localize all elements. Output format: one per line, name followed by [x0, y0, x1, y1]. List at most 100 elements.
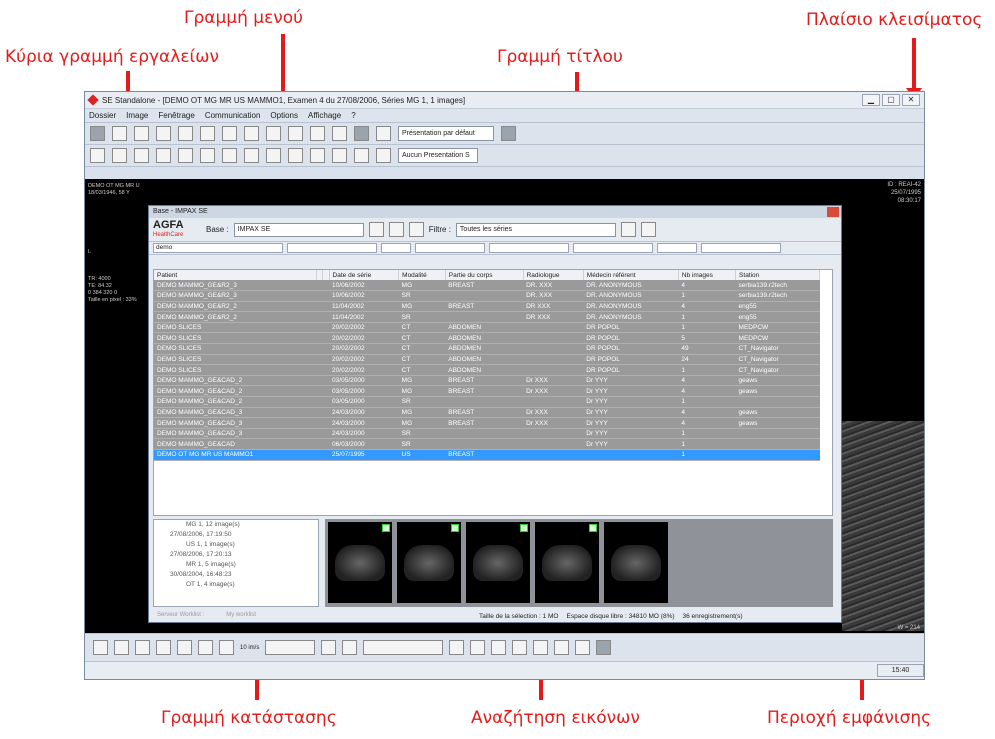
umbrella-icon[interactable] [376, 148, 391, 163]
tree-item[interactable]: OT 1, 4 image(s) [170, 580, 318, 590]
table-row[interactable]: DEMO SLICES 20/02/2002 CT ABDOMEN DR POPOL 49… [154, 343, 820, 355]
referrer-filter[interactable] [573, 243, 653, 253]
navigation-icon[interactable] [93, 640, 108, 655]
rotate-icon[interactable] [470, 640, 486, 655]
table-row[interactable]: DEMO SLICES 20/02/2002 CT ABDOMEN DR POPOL 1 C… [154, 364, 820, 376]
text-icon[interactable] [222, 148, 237, 163]
column-header[interactable]: Station [735, 270, 820, 280]
cine-loop-icon[interactable] [219, 640, 234, 655]
filter-select[interactable]: Toutes les séries [455, 222, 616, 237]
date-filter[interactable] [287, 243, 377, 253]
table-row[interactable]: DEMO SLICES 20/02/2002 CT ABDOMEN DR POPOL 1 M… [154, 322, 820, 334]
cad-icon[interactable] [244, 148, 259, 163]
cursor-icon[interactable] [288, 126, 303, 141]
image-thumb[interactable] [604, 522, 668, 603]
column-header[interactable]: Patient [154, 270, 317, 280]
column-header[interactable]: Date de série [329, 270, 400, 280]
zoom-icon[interactable] [112, 148, 127, 163]
table-row[interactable]: DEMO SLICES 20/02/2002 CT ABDOMEN DR POPOL 24… [154, 354, 820, 366]
check-icon[interactable] [520, 524, 528, 532]
table-row[interactable]: DEMO OT MG MR US MAMMO1 25/07/1995 US BREAS… [154, 449, 820, 461]
database-icon[interactable] [90, 126, 105, 141]
refresh-icon[interactable] [408, 222, 424, 237]
patient-search-input[interactable]: demo [153, 243, 283, 253]
move-icon[interactable] [310, 126, 325, 141]
column-header[interactable]: Modalité [398, 270, 446, 280]
base-select[interactable]: IMPAX SE [233, 222, 364, 237]
film-icon[interactable] [156, 640, 171, 655]
table-row[interactable]: DEMO MAMMO_GE&CAD_3 24/03/2000 MG BREAST Dr … [154, 417, 820, 429]
column-header[interactable]: Médecin référent [583, 270, 679, 280]
ruler-icon[interactable] [266, 148, 281, 163]
folder-icon[interactable] [388, 222, 404, 237]
dialog-close-button[interactable] [827, 207, 839, 217]
menu-item-image[interactable]: Image [126, 111, 148, 120]
frame-slider[interactable] [363, 640, 444, 655]
page-prev-icon[interactable] [114, 640, 129, 655]
check-icon[interactable] [589, 524, 597, 532]
tree-item[interactable]: 27/08/2006, 17:20:13 [170, 550, 318, 560]
pan-icon[interactable] [266, 126, 281, 141]
copy-icon[interactable] [178, 126, 193, 141]
menu-item-help[interactable]: ? [351, 111, 355, 120]
check-icon[interactable] [382, 524, 390, 532]
layout-icon[interactable] [112, 126, 127, 141]
image-thumb[interactable] [535, 522, 599, 603]
rotate-left-icon[interactable] [512, 640, 528, 655]
print-icon[interactable] [134, 126, 149, 141]
monitor-icon[interactable] [156, 126, 171, 141]
star-icon[interactable] [156, 148, 171, 163]
table-row[interactable]: DEMO MAMMO_GE&CAD_2 03/05/2000 MG BREAST Dr … [154, 385, 820, 398]
last-frame-icon[interactable] [342, 640, 358, 655]
menu-item-communication[interactable]: Communication [205, 111, 261, 120]
layout-2-icon[interactable] [554, 640, 570, 655]
count-filter[interactable] [657, 243, 697, 253]
angle-icon[interactable] [332, 148, 347, 163]
chart-icon[interactable] [332, 126, 347, 141]
tree-item[interactable]: US 1, 1 image(s) [170, 540, 318, 550]
film-back-icon[interactable] [177, 640, 192, 655]
image-thumb[interactable] [397, 522, 461, 603]
crosshair-icon[interactable] [376, 126, 391, 141]
speed-slider[interactable] [265, 640, 316, 655]
column-header[interactable]: Radiologue [523, 270, 584, 280]
station-filter[interactable] [701, 243, 781, 253]
tree-item[interactable]: 27/08/2006, 17:19:50 [170, 530, 318, 540]
image-thumb[interactable] [328, 522, 392, 603]
color-swatch[interactable] [501, 126, 516, 141]
hand-icon[interactable] [90, 148, 105, 163]
tree-item[interactable]: MG 1, 12 image(s) [170, 520, 318, 530]
worklist-name[interactable]: My worklist [226, 612, 256, 618]
table-row[interactable]: DEMO MAMMO_GE&CAD 06/03/2000 SR Dr YYY 1 [154, 438, 820, 450]
tree-item[interactable]: 30/08/2004, 16:48:23 [170, 570, 318, 580]
menu-item-dossier[interactable]: Dossier [89, 111, 116, 120]
tree-item[interactable]: MR 1, 5 image(s) [170, 560, 318, 570]
mirror-icon[interactable] [491, 640, 507, 655]
check-icon[interactable] [451, 524, 459, 532]
column-header[interactable]: Partie du corps [445, 270, 524, 280]
minimize-button[interactable]: ▁ [862, 94, 880, 106]
presentation-select[interactable]: Présentation par défaut [398, 126, 494, 141]
arrow-icon[interactable] [200, 148, 215, 163]
menu-item-fenetrage[interactable]: Fenêtrage [158, 111, 194, 120]
column-header[interactable]: Nb images [678, 270, 737, 280]
table-row[interactable]: DEMO MAMMO_GE&R2_3 10/06/2002 SR DR. XXX DR.… [154, 290, 820, 302]
table-row[interactable]: DEMO MAMMO_GE&R2_2 11/04/2002 SR DR XXX DR. … [154, 311, 820, 323]
menu-item-options[interactable]: Options [270, 111, 298, 120]
table-row[interactable]: DEMO MAMMO_GE&R2_3 10/06/2002 MG BREAST DR. … [154, 280, 820, 292]
layout-1-icon[interactable] [533, 640, 549, 655]
radiologist-filter[interactable] [489, 243, 569, 253]
funnel-icon[interactable] [620, 222, 636, 237]
bodypart-filter[interactable] [415, 243, 485, 253]
pen-icon[interactable] [354, 148, 369, 163]
table-row[interactable]: DEMO SLICES 20/02/2002 CT ABDOMEN DR POPOL 5 M… [154, 332, 820, 345]
undo-icon[interactable] [200, 126, 215, 141]
first-frame-icon[interactable] [321, 640, 337, 655]
magnifier-icon[interactable] [134, 148, 149, 163]
window-icon[interactable] [354, 126, 369, 141]
table-row[interactable]: DEMO MAMMO_GE&CAD_2 03/05/2000 MG BREAST Dr … [154, 375, 820, 387]
maximize-button[interactable]: ▢ [882, 94, 900, 106]
page-icon[interactable] [244, 126, 259, 141]
curve-icon[interactable] [178, 148, 193, 163]
menu-item-affichage[interactable]: Affichage [308, 111, 341, 120]
